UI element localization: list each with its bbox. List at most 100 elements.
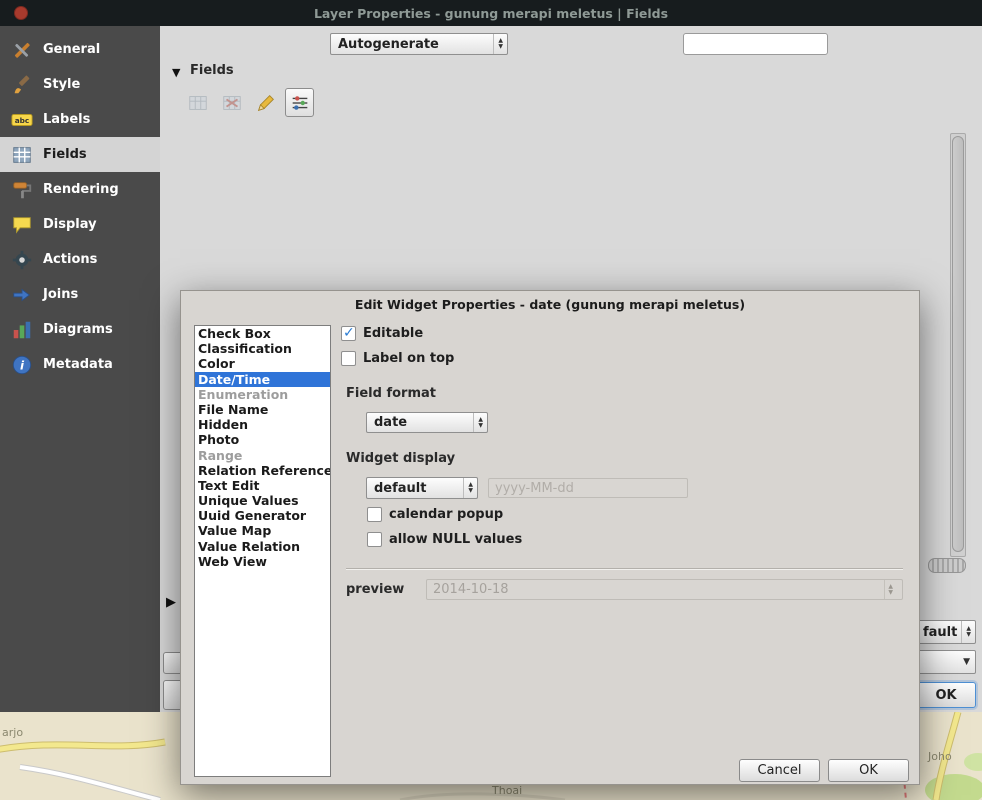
background-ok-button[interactable]: OK (916, 682, 976, 708)
window-title: Layer Properties - gunung merapi meletus… (314, 6, 668, 21)
widget-type-option[interactable]: Hidden (195, 417, 330, 432)
label-on-top-label: Label on top (363, 351, 454, 366)
sidebar-item-display[interactable]: Display (0, 207, 160, 242)
info-icon: i (10, 353, 34, 377)
table-vertical-scrollbar[interactable] (950, 133, 966, 557)
attribute-editor-layout-value: Autogenerate (338, 37, 439, 52)
bar-chart-icon (10, 318, 34, 342)
editable-checkbox[interactable] (341, 326, 356, 341)
editable-checkbox-row: Editable (341, 326, 423, 341)
widget-type-option[interactable]: File Name (195, 402, 330, 417)
sidebar-item-label: Display (43, 217, 97, 232)
map-label: arjo (2, 726, 23, 739)
label-on-top-checkbox[interactable] (341, 351, 356, 366)
sidebar-item-diagrams[interactable]: Diagrams (0, 312, 160, 347)
delete-column-button[interactable] (217, 88, 246, 117)
widget-type-option-disabled: Enumeration (195, 387, 330, 402)
widget-type-option[interactable]: Relation Reference (195, 463, 330, 478)
svg-text:abc: abc (15, 116, 30, 125)
widget-display-label: Widget display (346, 451, 455, 466)
sidebar-item-fields[interactable]: Fields (0, 137, 160, 172)
abc-icon: abc (10, 108, 34, 132)
sidebar-item-joins[interactable]: Joins (0, 277, 160, 312)
paintbrush-icon (10, 73, 34, 97)
allow-null-checkbox-row: allow NULL values (367, 532, 522, 547)
cancel-button[interactable]: Cancel (739, 759, 820, 782)
separator-line (346, 568, 903, 570)
calendar-popup-label: calendar popup (389, 507, 503, 522)
allow-null-label: allow NULL values (389, 532, 522, 547)
speech-bubble-icon (10, 213, 34, 237)
sidebar-item-labels[interactable]: abc Labels (0, 102, 160, 137)
allow-null-checkbox[interactable] (367, 532, 382, 547)
background-dropdown-partial[interactable]: ▼ (918, 650, 976, 674)
sidebar-item-label: General (43, 42, 100, 57)
spinner-arrows-icon: ▲▼ (463, 478, 477, 498)
tools-icon (10, 38, 34, 62)
sidebar-item-metadata[interactable]: i Metadata (0, 347, 160, 382)
sidebar-item-label: Style (43, 77, 80, 92)
sidebar-item-actions[interactable]: Actions (0, 242, 160, 277)
add-column-icon (187, 92, 209, 114)
edit-widget-properties-dialog: Edit Widget Properties - date (gunung me… (180, 290, 920, 785)
table-icon (10, 143, 34, 167)
widget-type-option[interactable]: Photo (195, 432, 330, 447)
sidebar-item-label: Rendering (43, 182, 119, 197)
properties-sidebar: General Style abc Labels Fields Renderin… (0, 26, 160, 712)
widget-type-option[interactable]: Unique Values (195, 493, 330, 508)
gear-icon (10, 248, 34, 272)
sidebar-item-label: Diagrams (43, 322, 113, 337)
map-label: Thoai (492, 784, 522, 797)
background-combo-partial[interactable]: fault ▲▼ (918, 620, 976, 644)
panel-collapse-arrow-icon[interactable]: ▶ (166, 595, 176, 610)
widget-type-option[interactable]: Text Edit (195, 478, 330, 493)
field-format-combo[interactable]: date ▲▼ (366, 412, 488, 433)
display-format-combo[interactable]: default ▲▼ (366, 477, 478, 499)
widget-type-option-selected[interactable]: Date/Time (195, 372, 330, 387)
fields-section-title: Fields (190, 63, 234, 78)
calendar-popup-checkbox-row: calendar popup (367, 507, 503, 522)
python-init-input[interactable] (683, 33, 828, 55)
join-arrow-icon (10, 283, 34, 307)
delete-column-icon (221, 92, 243, 114)
sidebar-item-label: Joins (43, 287, 78, 302)
sidebar-item-label: Labels (43, 112, 90, 127)
scrollbar-thumb[interactable] (952, 136, 964, 552)
spinner-arrows-icon: ▲▼ (473, 413, 487, 432)
widget-type-option[interactable]: Classification (195, 341, 330, 356)
map-label: Joho (928, 750, 952, 763)
custom-format-input[interactable] (488, 478, 688, 498)
editable-label: Editable (363, 326, 423, 341)
widget-type-option[interactable]: Value Relation (195, 539, 330, 554)
pencil-icon (255, 92, 277, 114)
display-format-value: default (374, 481, 426, 496)
attribute-editor-layout-combo[interactable]: Autogenerate ▲▼ (330, 33, 508, 55)
toggle-editing-button[interactable] (251, 88, 280, 117)
fields-toolbar (183, 88, 314, 117)
field-format-label: Field format (346, 386, 436, 401)
sidebar-item-label: Metadata (43, 357, 113, 372)
close-button[interactable] (14, 6, 28, 20)
preview-date-value: 2014-10-18 (433, 582, 509, 597)
sidebar-item-general[interactable]: General (0, 32, 160, 67)
table-horizontal-scrollbar[interactable] (928, 558, 966, 573)
widget-type-option[interactable]: Check Box (195, 326, 330, 341)
widget-type-option[interactable]: Color (195, 356, 330, 371)
label-on-top-checkbox-row: Label on top (341, 351, 454, 366)
calendar-popup-checkbox[interactable] (367, 507, 382, 522)
ok-button[interactable]: OK (828, 759, 909, 782)
preview-date-field[interactable]: 2014-10-18 ▲▼ (426, 579, 903, 600)
add-column-button[interactable] (183, 88, 212, 117)
field-widget-settings-button[interactable] (285, 88, 314, 117)
preview-label: preview (346, 582, 404, 597)
collapse-caret-icon[interactable]: ▼ (172, 66, 180, 79)
widget-type-option-disabled: Range (195, 448, 330, 463)
widget-type-option[interactable]: Uuid Generator (195, 508, 330, 523)
paint-roller-icon (10, 178, 34, 202)
sidebar-item-rendering[interactable]: Rendering (0, 172, 160, 207)
widget-type-option[interactable]: Web View (195, 554, 330, 569)
widget-type-option[interactable]: Value Map (195, 523, 330, 538)
chevron-down-icon: ▼ (958, 657, 975, 667)
spinner-arrows-icon: ▲▼ (493, 34, 507, 54)
sidebar-item-style[interactable]: Style (0, 67, 160, 102)
